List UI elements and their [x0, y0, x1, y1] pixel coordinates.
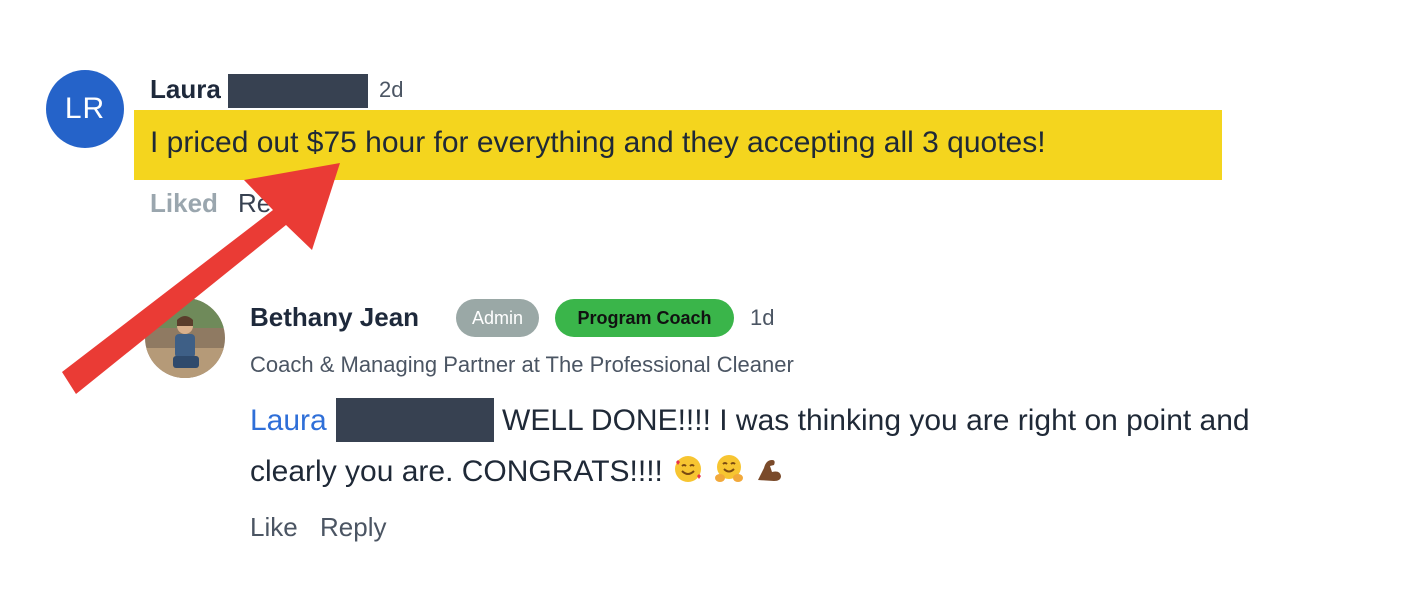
- author-subtitle: Coach & Managing Partner at The Professi…: [250, 352, 794, 377]
- program-coach-badge: Program Coach: [555, 299, 734, 337]
- comment-body-line: clearly you are. CONGRATS!!!!: [250, 454, 784, 492]
- liked-button[interactable]: Liked: [150, 188, 218, 219]
- hugging-face-emoji: [714, 454, 744, 492]
- like-button[interactable]: Like: [250, 512, 298, 543]
- comment-timestamp[interactable]: 2d: [379, 77, 403, 103]
- avatar[interactable]: [145, 298, 225, 378]
- comment-body-text: clearly you are. CONGRATS!!!!: [250, 454, 663, 488]
- redaction-block: [336, 398, 494, 442]
- comment-body-line: WELL DONE!!!! I was thinking you are rig…: [502, 404, 1250, 437]
- mention-link[interactable]: Laura: [250, 404, 327, 438]
- profile-photo: [145, 298, 225, 378]
- reply-button[interactable]: Reply: [320, 512, 386, 543]
- redaction-block: [228, 74, 368, 108]
- flexed-biceps-emoji: [754, 454, 784, 492]
- admin-badge: Admin: [456, 299, 539, 337]
- comment-author-name[interactable]: Laura: [150, 74, 221, 105]
- comment-timestamp[interactable]: 1d: [750, 305, 774, 331]
- comment-body: I priced out $75 hour for everything and…: [150, 126, 1046, 159]
- comment-author-name[interactable]: Bethany Jean: [250, 302, 419, 333]
- reply-button[interactable]: Re: [238, 188, 271, 219]
- smiling-face-with-hearts-emoji: [673, 454, 703, 492]
- avatar[interactable]: LR: [46, 70, 124, 148]
